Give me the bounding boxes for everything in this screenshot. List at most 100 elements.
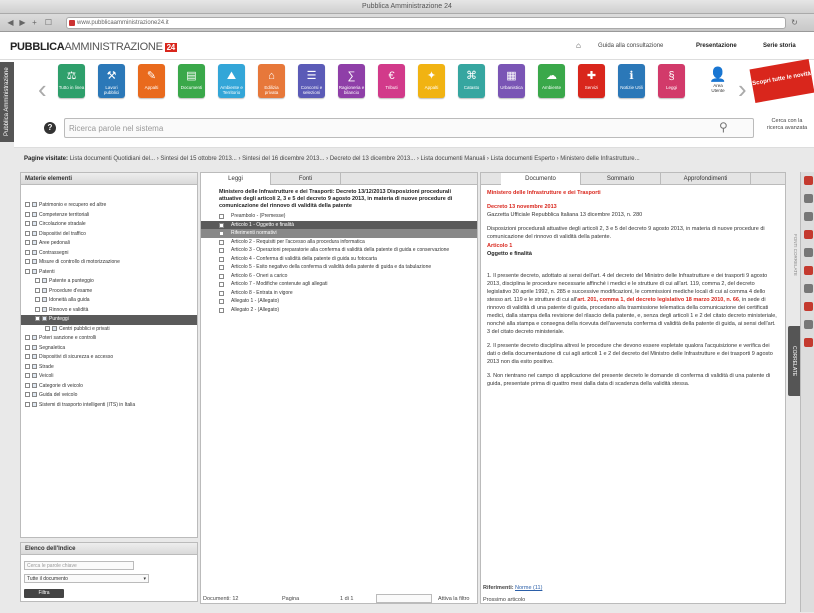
tree-item[interactable]: Procedure d'esame bbox=[21, 287, 197, 297]
toc-item[interactable]: Articolo 1 - Oggetto e finalità bbox=[201, 220, 477, 229]
filter-button[interactable]: Filtra bbox=[24, 589, 64, 598]
tree-item[interactable]: Strade bbox=[21, 363, 197, 373]
header-link-history[interactable]: Serie storia bbox=[763, 43, 796, 49]
category-tile[interactable]: ✚ Servizi bbox=[578, 64, 605, 98]
toc-item[interactable]: Articolo 4 - Conferma di validità della … bbox=[201, 255, 477, 264]
toc-item[interactable]: Articolo 6 - Oneri a carico bbox=[201, 272, 477, 281]
tree-item[interactable]: Guida del veicolo bbox=[21, 391, 197, 401]
help-icon[interactable]: ? bbox=[44, 122, 56, 134]
tree-checkbox[interactable] bbox=[35, 297, 40, 303]
bookmarks-icon[interactable]: ☐ bbox=[44, 18, 53, 27]
toc-item[interactable]: Articolo 7 - Modifiche contenute agli al… bbox=[201, 280, 477, 289]
export-icon[interactable] bbox=[804, 284, 813, 293]
zoom-icon[interactable] bbox=[804, 320, 813, 329]
toc-checkbox[interactable] bbox=[219, 273, 224, 279]
category-tile[interactable]: ⚖ Tutto in linea bbox=[58, 64, 85, 98]
back-icon[interactable]: ◀ bbox=[6, 18, 15, 27]
toc-item[interactable]: Allegato 1 - (Allegato) bbox=[201, 297, 477, 306]
category-tile[interactable]: ✦ Appalti bbox=[418, 64, 445, 98]
tree-checkbox[interactable] bbox=[25, 354, 30, 360]
tree-checkbox[interactable] bbox=[35, 287, 40, 293]
share-icon[interactable]: + bbox=[30, 18, 39, 27]
toc-checkbox[interactable] bbox=[219, 239, 224, 245]
toc-checkbox[interactable] bbox=[219, 248, 224, 253]
tree-item[interactable]: Categorie di veicolo bbox=[21, 382, 197, 392]
toc-item[interactable]: Preambolo - (Premesse) bbox=[201, 212, 477, 221]
tree-item[interactable]: Dispositivi di sicurezza e accesso bbox=[21, 353, 197, 363]
tree-item[interactable]: Idoneità alla guida bbox=[21, 296, 197, 306]
toc-checkbox[interactable] bbox=[219, 299, 224, 304]
toc-checkbox[interactable] bbox=[219, 256, 224, 262]
highlight-icon[interactable] bbox=[804, 266, 813, 275]
tree-item[interactable]: Punteggi bbox=[21, 315, 197, 325]
toc-item[interactable]: Allegato 2 - (Allegato) bbox=[201, 306, 477, 315]
tab-fonti[interactable]: Fonti bbox=[271, 173, 341, 185]
filter-keyword-input[interactable]: Cerca le parole chiave bbox=[24, 561, 134, 570]
bookmark-icon[interactable] bbox=[804, 230, 813, 239]
category-tile[interactable]: ℹ Notizie Utili bbox=[618, 64, 645, 98]
category-tile[interactable]: ☁ Ambiente bbox=[538, 64, 565, 98]
tree-checkbox[interactable] bbox=[25, 202, 30, 208]
tree-item[interactable]: Patente a punteggio bbox=[21, 277, 197, 287]
category-tile[interactable]: ⛰ Ambiente e Territorio bbox=[218, 64, 245, 98]
tree-checkbox[interactable] bbox=[25, 392, 30, 398]
page-slider[interactable] bbox=[376, 594, 432, 603]
toc-checkbox[interactable] bbox=[219, 282, 224, 287]
tree-checkbox[interactable] bbox=[25, 401, 30, 407]
tree-checkbox[interactable] bbox=[25, 373, 30, 379]
tab-approfondimenti[interactable]: Approfondimenti bbox=[661, 173, 751, 185]
category-tile[interactable]: ☰ Concorsi e selezioni bbox=[298, 64, 325, 98]
mail-icon[interactable] bbox=[804, 212, 813, 221]
tree-checkbox[interactable] bbox=[25, 382, 30, 388]
toc-item[interactable]: Articolo 2 - Requisiti per l'accesso all… bbox=[201, 238, 477, 247]
tree-item[interactable]: Misure di controllo di motorizzazione bbox=[21, 258, 197, 268]
category-tile[interactable]: ⌘ Catasto bbox=[458, 64, 485, 98]
url-field[interactable]: www.pubblicaamministrazione24.it bbox=[66, 17, 786, 29]
user-area[interactable]: 👤 Area Utente bbox=[708, 66, 728, 96]
header-link-presentation[interactable]: Presentazione bbox=[696, 43, 737, 49]
tree-checkbox[interactable] bbox=[35, 278, 40, 284]
category-tile[interactable]: ∑ Ragioneria e bilancio bbox=[338, 64, 365, 98]
toc-checkbox[interactable] bbox=[219, 231, 224, 236]
tree-checkbox[interactable] bbox=[45, 325, 50, 331]
tree-item[interactable]: Centri pubblici e privati bbox=[21, 325, 197, 335]
tree-checkbox[interactable] bbox=[25, 240, 30, 246]
tree-checkbox[interactable] bbox=[25, 230, 30, 236]
side-tab-pa[interactable]: Pubblica Amministrazione bbox=[0, 62, 14, 142]
tree-checkbox[interactable] bbox=[25, 344, 30, 350]
toc-checkbox[interactable] bbox=[219, 290, 224, 296]
tree-item[interactable]: Contrassegni bbox=[21, 249, 197, 259]
toc-checkbox[interactable] bbox=[219, 265, 224, 270]
toc-checkbox[interactable] bbox=[219, 214, 224, 219]
tree-checkbox[interactable] bbox=[25, 221, 30, 227]
forward-icon[interactable]: ▶ bbox=[18, 18, 27, 27]
references-link[interactable]: Norme (11) bbox=[515, 585, 542, 591]
law-reference-link[interactable]: art. 201, comma 1, del decreto legislati… bbox=[577, 297, 739, 303]
next-arrow-icon[interactable]: › bbox=[738, 76, 747, 102]
tree-item[interactable]: Veicoli bbox=[21, 372, 197, 382]
correlate-tab[interactable]: CORRELATE bbox=[788, 326, 800, 396]
category-tile[interactable]: ⌂ Edilizia privata bbox=[258, 64, 285, 98]
site-logo[interactable]: PUBBLICAAMMINISTRAZIONE 24 bbox=[10, 41, 177, 53]
tab-leggi[interactable]: Leggi bbox=[201, 173, 271, 185]
tree-item[interactable]: Poteri sanzione e controlli bbox=[21, 334, 197, 344]
tree-item[interactable]: Aree pedonali bbox=[21, 239, 197, 249]
category-tile[interactable]: € Tributi bbox=[378, 64, 405, 98]
tree-item[interactable]: Patrimonio e recupero ed altre bbox=[21, 201, 197, 211]
tab-documento[interactable]: Documento bbox=[501, 173, 581, 185]
tree-item[interactable]: Dispositivi del traffico bbox=[21, 230, 197, 240]
tag-icon[interactable] bbox=[804, 302, 813, 311]
toc-item[interactable]: Riferimenti normativi bbox=[201, 229, 477, 238]
tree-item[interactable]: Patenti bbox=[21, 268, 197, 278]
category-tile[interactable]: ▦ Urbanistica bbox=[498, 64, 525, 98]
search-input[interactable]: Ricerca parole nel sistema bbox=[64, 118, 754, 138]
toc-item[interactable]: Articolo 3 - Operazioni preparatorie all… bbox=[201, 246, 477, 255]
tree-checkbox[interactable] bbox=[25, 211, 30, 217]
toc-checkbox[interactable] bbox=[219, 222, 224, 228]
category-tile[interactable]: ✎ Appalti bbox=[138, 64, 165, 98]
tree-checkbox[interactable] bbox=[35, 316, 40, 322]
tree-item[interactable]: Sistemi di trasporto intelligenti (ITS) … bbox=[21, 401, 197, 411]
filter-select[interactable]: Tutte il documento ▾ bbox=[24, 574, 149, 583]
print-icon[interactable] bbox=[804, 194, 813, 203]
category-tile[interactable]: ⚒ Lavori pubblici bbox=[98, 64, 125, 98]
